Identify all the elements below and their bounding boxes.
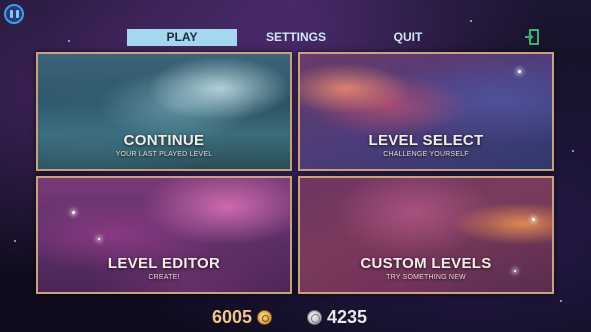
gold-currency: 6005 [212, 306, 273, 328]
exit-door-icon[interactable] [524, 29, 540, 45]
card-subtitle: YOUR LAST PLAYED LEVEL [115, 151, 213, 158]
tab-play[interactable]: PLAY [127, 29, 237, 46]
continue-card[interactable]: CONTINUE YOUR LAST PLAYED LEVEL [36, 52, 292, 171]
tab-settings[interactable]: SETTINGS [264, 29, 328, 46]
background-star [572, 150, 574, 152]
card-title: CONTINUE [123, 132, 205, 149]
silver-coin-icon [307, 309, 322, 325]
background-star [560, 300, 562, 302]
background-star [14, 240, 16, 242]
gold-amount: 6005 [212, 306, 253, 327]
card-subtitle: CREATE! [148, 274, 180, 281]
custom-levels-card[interactable]: CUSTOM LEVELS TRY SOMETHING NEW [298, 176, 554, 294]
gold-coin-icon [257, 309, 273, 325]
card-title: CUSTOM LEVELS [360, 255, 492, 272]
card-subtitle: TRY SOMETHING NEW [386, 274, 466, 281]
level-select-card[interactable]: LEVEL SELECT CHALLENGE YOURSELF [298, 52, 554, 171]
nebula-star [532, 218, 535, 221]
card-title: LEVEL EDITOR [107, 255, 221, 272]
pause-button[interactable] [4, 4, 24, 24]
background-star [470, 20, 472, 22]
card-title: LEVEL SELECT [368, 132, 484, 149]
nebula-star [98, 238, 100, 240]
background-star [68, 40, 70, 42]
silver-amount: 4235 [327, 306, 368, 327]
card-subtitle: CHALLENGE YOURSELF [383, 151, 469, 158]
silver-currency: 4235 [307, 306, 367, 328]
nebula-star [518, 70, 521, 73]
pause-icon [9, 10, 13, 18]
tab-quit[interactable]: QUIT [390, 29, 426, 46]
nebula-star [72, 211, 75, 214]
level-editor-card[interactable]: LEVEL EDITOR CREATE! [36, 176, 292, 294]
